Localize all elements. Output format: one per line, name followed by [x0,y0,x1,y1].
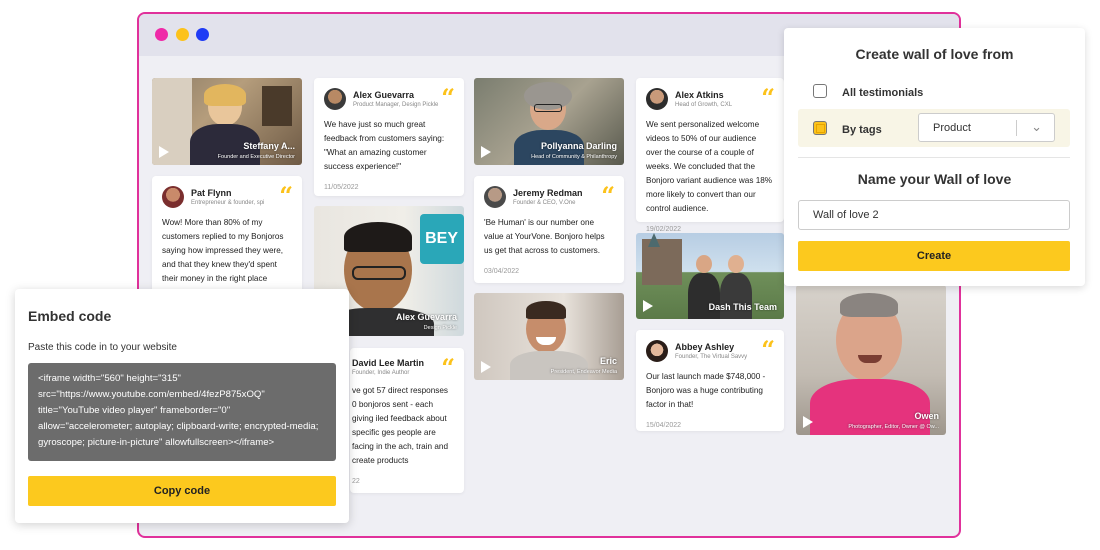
testimonial-text: We have just so much great feedback from… [324,120,445,171]
all-testimonials-checkbox[interactable] [813,84,827,98]
video-testimonial-steffany[interactable]: Steffany A... Founder and Executive Dire… [152,78,302,165]
avatar [324,88,346,110]
video-role: Photographer, Editor, Owner @ Ow... [848,424,939,430]
testimonial-text: Our last launch made $748,000 - Bonjoro … [646,372,766,409]
video-role: Head of Community & Philanthropy [531,154,617,160]
testimonial-date: 15/04/2022 [646,422,682,429]
tag-select-value: Product [933,122,971,134]
author-name: Pat Flynn [191,188,232,198]
quote-icon: “ [601,181,615,210]
embed-title: Embed code [28,308,112,324]
by-tags-label: By tags [842,124,882,136]
video-testimonial-dash-this[interactable]: Dash This Team [636,233,784,319]
testimonial-text: We sent personalized welcome videos to 5… [646,120,773,213]
quote-icon: “ [441,353,455,382]
testimonial-date: 11/05/2022 [324,184,359,191]
by-tags-checkbox[interactable] [813,121,827,135]
avatar [162,186,184,208]
create-button[interactable]: Create [798,241,1070,271]
create-wall-title: Create wall of love from [855,46,1014,62]
video-name: Owen [914,411,939,421]
testimonial-text: ve got 57 direct responses 0 bonjoros se… [352,386,449,465]
author-name: David Lee Martin [352,358,425,368]
embed-code-box[interactable]: <iframe width="560" height="315" src="ht… [28,363,336,461]
author-role: Head of Growth, CXL [675,102,733,108]
video-testimonial-pollyanna[interactable]: Pollyanna Darling Head of Community & Ph… [474,78,624,165]
wall-name-input[interactable] [798,200,1070,230]
video-name: Pollyanna Darling [540,141,617,151]
author-role: Entrepreneur & founder, spi [191,200,265,206]
avatar [484,186,506,208]
video-name: Alex Guevarra [395,312,457,322]
avatar [646,340,668,362]
copy-code-button[interactable]: Copy code [28,476,336,506]
quote-icon: “ [761,335,775,364]
author-role: Product Manager, Design Pickle [353,102,439,108]
avatar [646,88,668,110]
quote-icon: “ [441,83,455,112]
embed-subtitle: Paste this code in to your website [28,342,177,353]
testimonial-date: 03/04/2022 [484,268,520,275]
embed-code-panel: Embed code Paste this code in to your we… [15,289,349,523]
tag-select[interactable]: Product ⌄ [918,113,1055,142]
create-wall-panel: Create wall of love from All testimonial… [784,28,1085,286]
select-divider [1016,120,1017,136]
testimonial-card-pat-flynn[interactable]: Pat Flynn Entrepreneur & founder, spi “ … [152,176,302,296]
testimonial-card-alex-atkins[interactable]: Alex Atkins Head of Growth, CXL “ We sen… [636,78,784,233]
testimonial-card-abbey-ashley[interactable]: Abbey Ashley Founder, The Virtual Savvy … [636,330,784,431]
testimonial-date: 22 [352,478,360,485]
video-role: Design Pickle [423,325,457,331]
play-icon[interactable] [481,361,491,373]
video-name: Steffany A... [243,141,295,151]
video-testimonial-eric[interactable]: Eric President, Endeavor Media [474,293,624,380]
chevron-down-icon[interactable]: ⌄ [1031,119,1042,135]
author-role: Founder, Indie Author [352,370,410,376]
minimize-window-dot[interactable] [176,28,189,41]
maximize-window-dot[interactable] [196,28,209,41]
stage: Steffany A... Founder and Executive Dire… [0,0,1100,550]
quote-icon: “ [761,83,775,112]
video-role: President, Endeavor Media [550,369,617,375]
testimonial-card-alex-guevarra[interactable]: Alex Guevarra Product Manager, Design Pi… [314,78,464,196]
author-name: Alex Guevarra [353,90,415,100]
video-name: Dash This Team [708,302,777,312]
quote-icon: “ [279,181,293,210]
play-icon[interactable] [803,416,813,428]
play-icon[interactable] [643,300,653,312]
testimonial-text: Wow! More than 80% of my customers repli… [162,218,284,283]
author-role: Founder & CEO, V.One [513,200,576,206]
author-name: Alex Atkins [675,90,724,100]
close-window-dot[interactable] [155,28,168,41]
testimonial-card-david-lee-martin[interactable]: David Lee Martin Founder, Indie Author “… [350,348,464,493]
play-icon[interactable] [481,146,491,158]
divider [798,157,1070,158]
testimonial-card-jeremy-redman[interactable]: Jeremy Redman Founder & CEO, V.One “ 'Be… [474,176,624,283]
name-wall-title: Name your Wall of love [857,171,1012,187]
play-icon[interactable] [159,146,169,158]
testimonial-date: 19/02/2022 [646,226,682,233]
video-role: Founder and Executive Director [217,154,295,160]
video-testimonial-owen[interactable]: Owen Photographer, Editor, Owner @ Ow... [796,285,946,435]
all-testimonials-label: All testimonials [842,87,924,99]
video-name: Eric [599,356,617,366]
author-name: Jeremy Redman [513,188,583,198]
author-role: Founder, The Virtual Savvy [675,354,748,360]
testimonial-text: 'Be Human' is our number one value at Yo… [484,218,605,255]
author-name: Abbey Ashley [675,342,735,352]
